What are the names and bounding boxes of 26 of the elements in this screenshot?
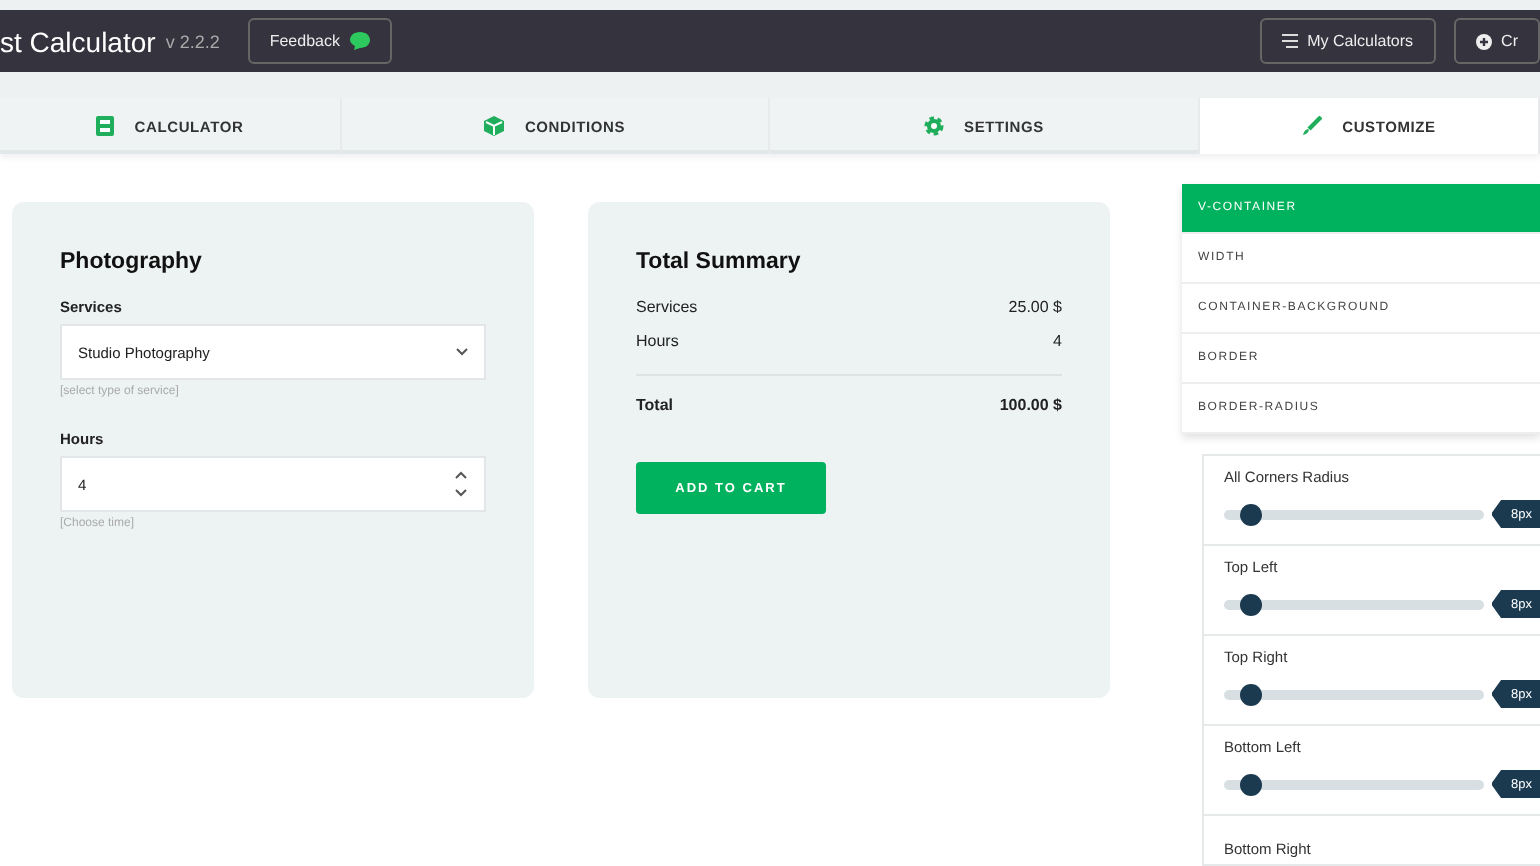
header-button[interactable]: Cr — [1453, 18, 1540, 65]
chevron-down-icon — [456, 348, 468, 356]
slider-thumb[interactable] — [1239, 593, 1262, 615]
version-label: v 2.2.2 — [165, 31, 220, 52]
cube-icon — [484, 116, 505, 136]
stepper-icon — [454, 470, 468, 498]
chat-bubble-icon — [349, 32, 370, 51]
brush-icon — [1302, 116, 1323, 136]
slider-thumb[interactable] — [1239, 683, 1262, 705]
slider-thumb[interactable] — [1239, 503, 1262, 525]
plus-circle-icon — [1475, 33, 1492, 50]
gear-icon — [924, 116, 945, 136]
feedback-button[interactable]: Feedback — [247, 18, 392, 65]
total-label: Total — [636, 396, 674, 414]
card-title: Total Summary — [636, 250, 803, 274]
summary-label: Hours — [636, 332, 679, 350]
header-button[interactable]: My Calculators — [1259, 18, 1436, 65]
total-value: 100.00 $ — [999, 396, 1062, 414]
summary-value: 25.00 $ — [1008, 298, 1062, 316]
menu-icon — [1281, 34, 1298, 49]
slider-thumb[interactable] — [1239, 773, 1262, 795]
calculator-icon — [96, 116, 115, 136]
summary-value: 4 — [1053, 332, 1062, 350]
summary-label: Services — [636, 298, 698, 316]
app-title: st Calculator — [0, 25, 156, 58]
card-title: Photography — [60, 250, 204, 274]
